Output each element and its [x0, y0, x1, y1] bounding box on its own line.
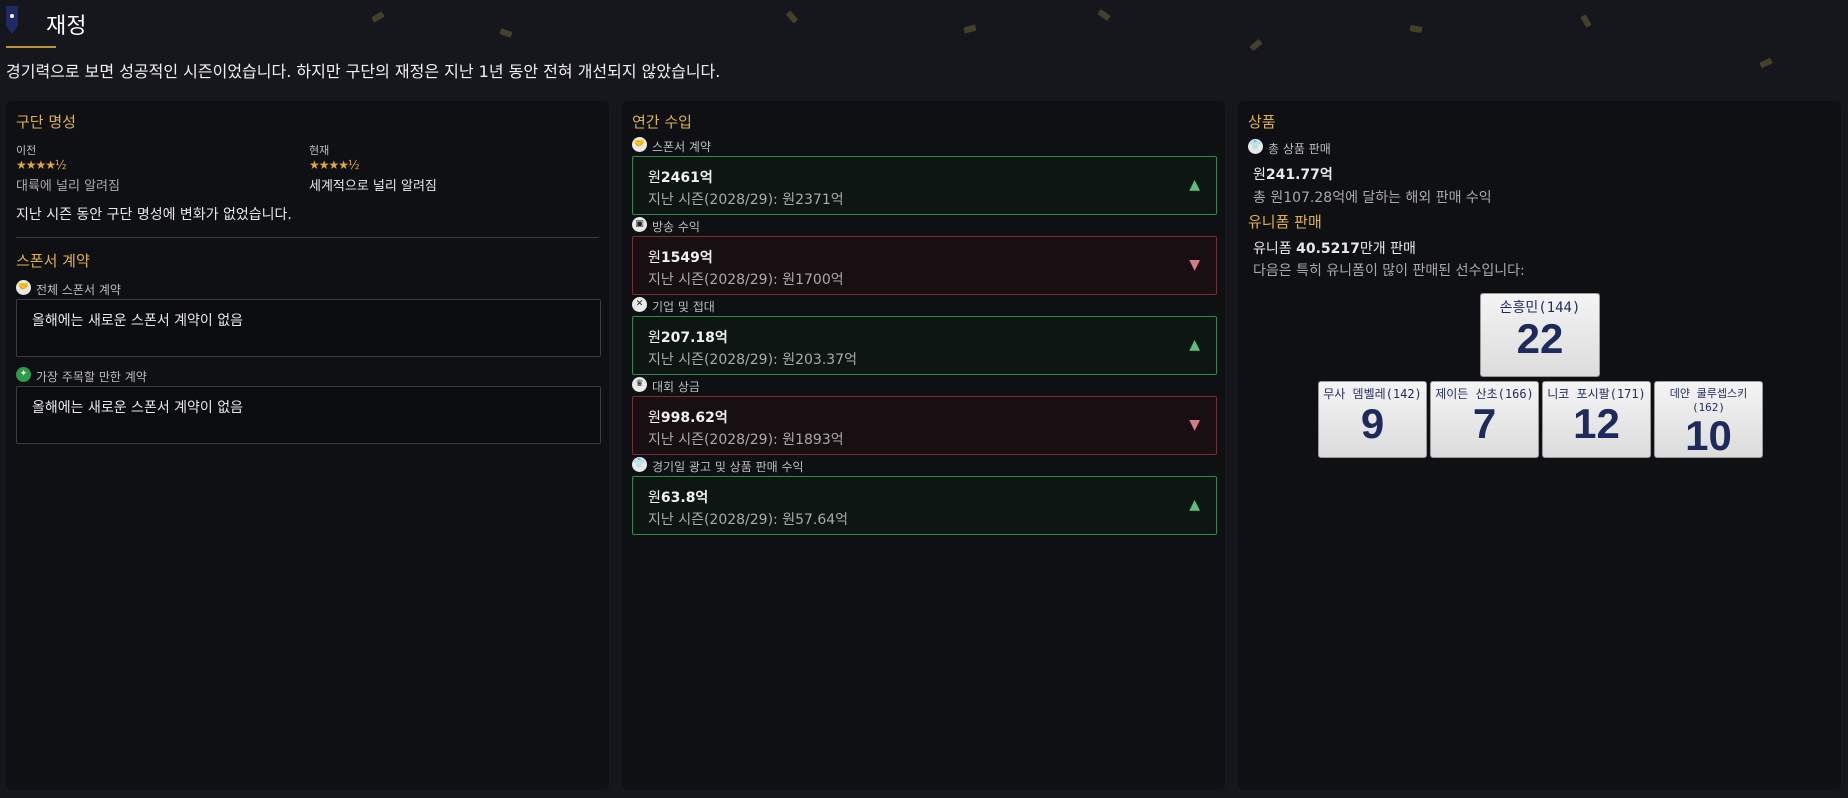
uniform-note: 다음은 특히 유니폼이 많이 판매된 선수입니다:: [1253, 263, 1525, 279]
shirt-icon: 👕: [632, 457, 647, 472]
income-previous: 지난 시즌(2028/29): 원1700억: [648, 272, 844, 288]
income-value: 원998.62억: [648, 410, 728, 426]
title-underline: [6, 46, 56, 48]
jersey-number: 7: [1472, 400, 1497, 447]
all-sponsors-label: 전체 스폰서 계약: [36, 283, 121, 297]
income-label: 기업 및 접대: [652, 300, 715, 314]
page-subtitle: 경기력으로 보면 성공적인 시즌이었습니다. 하지만 구단의 재정은 지난 1년…: [6, 62, 721, 81]
income-row[interactable]: 원998.62억 지난 시즌(2028/29): 원1893억 ▼: [632, 396, 1217, 455]
uniform-sales-value: 유니폼 40.5217만개 판매: [1253, 241, 1416, 257]
current-reputation: 세계적으로 널리 알려짐: [309, 179, 437, 194]
income-row[interactable]: 원207.18억 지난 시즌(2028/29): 원203.37억 ▲: [632, 316, 1217, 375]
notable-deal-box: 올해에는 새로운 스폰서 계약이 없음: [16, 386, 601, 444]
income-title: 연간 수입: [632, 113, 692, 131]
income-previous: 지난 시즌(2028/29): 원2371억: [648, 192, 844, 208]
previous-label: 이전: [16, 144, 37, 157]
jersey-card[interactable]: 니코 포시팔(171) 12: [1542, 381, 1651, 458]
jersey-number: 9: [1360, 400, 1385, 447]
trend-up-icon: ▲: [1189, 177, 1200, 193]
trend-down-icon: ▼: [1189, 417, 1200, 433]
page-title: 재정: [46, 14, 87, 39]
jersey-player-name: 데얀 쿨루셉스키(162): [1669, 387, 1748, 414]
all-sponsors-box: 올해에는 새로운 스폰서 계약이 없음: [16, 299, 601, 357]
club-crest-icon: [6, 6, 18, 34]
reputation-note: 지난 시즌 동안 구단 명성에 변화가 없었습니다.: [16, 207, 292, 223]
income-label: 방송 수익: [652, 220, 700, 234]
uniform-title: 유니폼 판매: [1248, 213, 1322, 231]
income-value: 원63.8억: [648, 490, 709, 506]
total-merch-label: 총 상품 판매: [1268, 142, 1331, 156]
income-panel: 연간 수입 🤝 스폰서 계약 원2461억 지난 시즌(2028/29): 원2…: [622, 101, 1225, 790]
broadcast-icon: ▣: [632, 217, 647, 232]
income-label: 대회 상금: [652, 380, 700, 394]
income-label: 경기일 광고 및 상품 판매 수익: [652, 460, 804, 474]
overseas-income-text: 총 원107.28억에 달하는 해외 판매 수익: [1253, 190, 1492, 206]
income-label: 스폰서 계약: [652, 140, 712, 154]
trend-up-icon: ▲: [1189, 497, 1200, 513]
trend-up-icon: ▲: [1189, 337, 1200, 353]
previous-stars: ★★★★½: [16, 158, 67, 172]
jersey-card[interactable]: 제이든 산초(166) 7: [1430, 381, 1539, 458]
divider: [16, 237, 599, 238]
income-previous: 지난 시즌(2028/29): 원57.64억: [648, 512, 849, 528]
income-value: 원1549억: [648, 250, 713, 266]
total-merch-value: 원241.77억: [1253, 167, 1333, 183]
reputation-title: 구단 명성: [16, 113, 76, 131]
notable-deal-text: 올해에는 새로운 스폰서 계약이 없음: [32, 400, 243, 416]
jersey-card[interactable]: 무사 뎀벨레(142) 9: [1318, 381, 1427, 458]
income-previous: 지난 시즌(2028/29): 원1893억: [648, 432, 844, 448]
previous-reputation: 대륙에 널리 알려짐: [16, 179, 120, 194]
page-header: 재정: [0, 0, 1848, 50]
jersey-card[interactable]: 데얀 쿨루셉스키(162) 10: [1654, 381, 1763, 458]
handshake-icon: 🤝: [632, 137, 647, 152]
hospitality-icon: ✕: [632, 297, 647, 312]
notable-deal-icon: ✦: [16, 367, 31, 382]
income-row[interactable]: 원1549억 지난 시즌(2028/29): 원1700억 ▼: [632, 236, 1217, 295]
current-label: 현재: [309, 144, 330, 157]
notable-deal-label: 가장 주목할 만한 계약: [36, 370, 147, 384]
jersey-player-name: 손흥민(144): [1499, 300, 1581, 316]
sponsorship-title: 스폰서 계약: [16, 252, 90, 270]
confetti: [1759, 57, 1773, 69]
income-row[interactable]: 원63.8억 지난 시즌(2028/29): 원57.64억 ▲: [632, 476, 1217, 535]
handshake-icon: 🤝: [16, 280, 31, 295]
jersey-number: 10: [1685, 412, 1732, 459]
income-value: 원2461억: [648, 170, 713, 186]
crest-dot: [10, 14, 14, 18]
income-row[interactable]: 원2461억 지난 시즌(2028/29): 원2371억 ▲: [632, 156, 1217, 215]
trophy-icon: ♛: [632, 377, 647, 392]
reputation-panel: 구단 명성 이전 ★★★★½ 대륙에 널리 알려짐 현재 ★★★★½ 세계적으로…: [6, 101, 609, 790]
shirt-icon: 👕: [1248, 139, 1263, 154]
current-stars: ★★★★½: [309, 158, 360, 172]
jersey-number: 12: [1573, 400, 1620, 447]
jersey-card[interactable]: 손흥민(144) 22: [1480, 293, 1600, 377]
income-previous: 지난 시즌(2028/29): 원203.37억: [648, 352, 857, 368]
trend-down-icon: ▼: [1189, 257, 1200, 273]
income-value: 원207.18억: [648, 330, 728, 346]
jersey-number: 22: [1516, 315, 1564, 362]
merch-title: 상품: [1248, 113, 1276, 131]
all-sponsors-text: 올해에는 새로운 스폰서 계약이 없음: [32, 313, 243, 329]
merch-panel: 상품 👕 총 상품 판매 원241.77억 총 원107.28억에 달하는 해외…: [1238, 101, 1841, 790]
